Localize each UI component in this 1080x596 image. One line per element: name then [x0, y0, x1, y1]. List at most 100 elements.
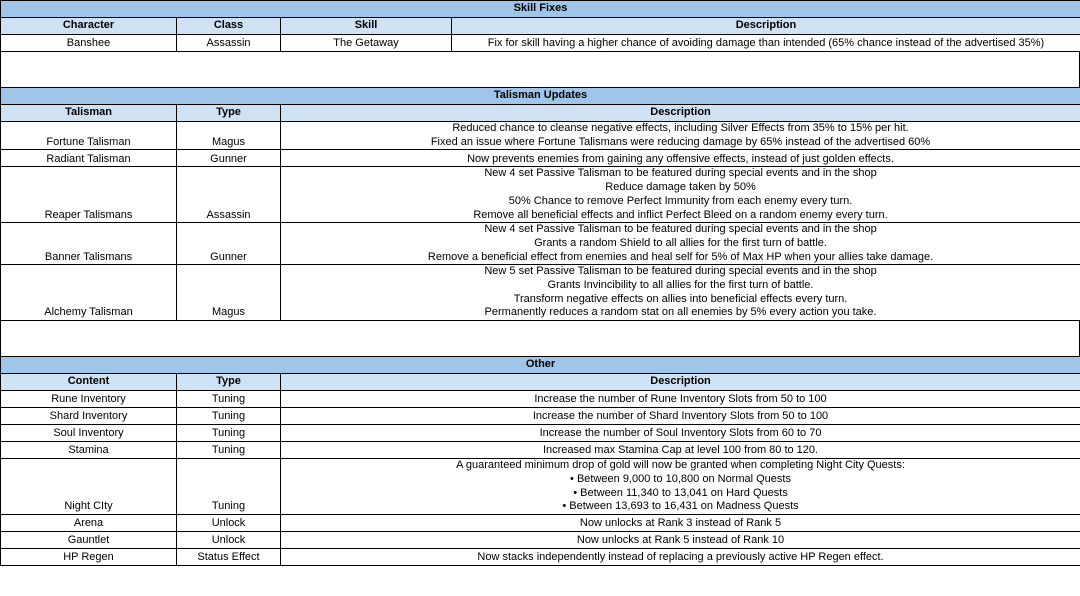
type-cell: Tuning	[176, 441, 281, 460]
type-cell: Tuning	[176, 458, 281, 515]
header-type: Type	[176, 104, 281, 122]
type-cell: Gunner	[176, 149, 281, 168]
description-cell: Increase the number of Soul Inventory Sl…	[279, 424, 1080, 443]
description-line: New 4 set Passive Talisman to be feature…	[484, 223, 877, 236]
table-row: Reaper Talismans Assassin New 4 set Pass…	[0, 166, 1080, 224]
other-table: Other Content Type Description Rune Inve…	[0, 356, 1080, 566]
content-cell: Night CIty	[0, 458, 177, 515]
table-row: Arena Unlock Now unlocks at Rank 3 inste…	[0, 513, 1080, 532]
description-line: Increase the number of Soul Inventory Sl…	[539, 427, 822, 440]
description-cell: Now unlocks at Rank 5 instead of Rank 10	[279, 530, 1080, 549]
description-line: Remove a beneficial effect from enemies …	[427, 250, 934, 263]
description-cell: Fix for skill having a higher chance of …	[451, 34, 1080, 52]
description-line: Now unlocks at Rank 3 instead of Rank 5	[579, 517, 782, 530]
description-cell: Reduced chance to cleanse negative effec…	[279, 120, 1080, 151]
type-cell: Magus	[176, 120, 281, 151]
description-line: • Between 11,340 to 13,041 on Hard Quest…	[573, 486, 788, 499]
type-cell: Assassin	[176, 166, 281, 224]
description-line: Reduce damage taken by 50%	[605, 181, 756, 194]
skill-fixes-title: Skill Fixes	[0, 0, 1080, 18]
description-line: Increase the number of Rune Inventory Sl…	[534, 393, 827, 406]
talisman-cell: Banner Talismans	[0, 222, 177, 266]
type-cell: Status Effect	[176, 547, 281, 566]
header-description: Description	[279, 104, 1080, 122]
description-line: Now unlocks at Rank 5 instead of Rank 10	[576, 534, 785, 547]
description-cell: Increase the number of Shard Inventory S…	[279, 407, 1080, 426]
table-row: Gauntlet Unlock Now unlocks at Rank 5 in…	[0, 530, 1080, 549]
talisman-cell: Reaper Talismans	[0, 166, 177, 224]
type-cell: Unlock	[176, 530, 281, 549]
content-cell: Gauntlet	[0, 530, 177, 549]
content-cell: Arena	[0, 513, 177, 532]
table-row: Soul Inventory Tuning Increase the numbe…	[0, 424, 1080, 443]
table-row: Night CIty Tuning A guaranteed minimum d…	[0, 458, 1080, 515]
content-cell: HP Regen	[0, 547, 177, 566]
talisman-cell: Alchemy Talisman	[0, 264, 177, 322]
description-cell: New 4 set Passive Talisman to be feature…	[279, 166, 1080, 224]
header-class: Class	[176, 17, 281, 35]
description-line: Remove all beneficial effects and inflic…	[473, 208, 888, 221]
skill-fixes-table: Skill Fixes Character Class Skill Descri…	[0, 0, 1080, 52]
header-talisman: Talisman	[0, 104, 177, 122]
table-row: Fortune Talisman Magus Reduced chance to…	[0, 120, 1080, 151]
description-line: 50% Chance to remove Perfect Immunity fr…	[508, 194, 853, 207]
header-description: Description	[451, 17, 1080, 35]
header-character: Character	[0, 17, 177, 35]
blank-row	[0, 52, 1080, 87]
skill-cell: The Getaway	[280, 34, 452, 52]
description-cell: A guaranteed minimum drop of gold will n…	[279, 458, 1080, 515]
description-line: Reduced chance to cleanse negative effec…	[452, 122, 909, 134]
content-cell: Stamina	[0, 441, 177, 460]
description-line: Fix for skill having a higher chance of …	[487, 37, 1045, 50]
description-line: Now prevents enemies from gaining any of…	[467, 152, 894, 165]
class-cell: Assassin	[176, 34, 281, 52]
type-cell: Tuning	[176, 390, 281, 409]
description-line: Fixed an issue where Fortune Talismans w…	[430, 135, 931, 148]
description-cell: Now stacks independently instead of repl…	[279, 547, 1080, 566]
other-title: Other	[0, 356, 1080, 375]
table-row: Alchemy Talisman Magus New 5 set Passive…	[0, 264, 1080, 322]
table-row: Radiant Talisman Gunner Now prevents ene…	[0, 149, 1080, 168]
content-cell: Shard Inventory	[0, 407, 177, 426]
content-cell: Rune Inventory	[0, 390, 177, 409]
description-cell: Increased max Stamina Cap at level 100 f…	[279, 441, 1080, 460]
character-cell: Banshee	[0, 34, 177, 52]
type-cell: Gunner	[176, 222, 281, 266]
description-line: Grants a random Shield to all allies for…	[534, 236, 827, 249]
description-line: • Between 9,000 to 10,800 on Normal Ques…	[570, 472, 791, 485]
talisman-cell: Radiant Talisman	[0, 149, 177, 168]
talisman-cell: Fortune Talisman	[0, 120, 177, 151]
table-row: Shard Inventory Tuning Increase the numb…	[0, 407, 1080, 426]
description-line: Permanently reduces a random stat on all…	[484, 306, 877, 319]
description-line: Transform negative effects on allies int…	[513, 292, 848, 305]
description-line: Grants Invincibility to all allies for t…	[547, 279, 814, 292]
header-type: Type	[176, 373, 281, 392]
description-line: A guaranteed minimum drop of gold will n…	[456, 459, 905, 472]
type-cell: Tuning	[176, 424, 281, 443]
description-cell: Now prevents enemies from gaining any of…	[279, 149, 1080, 168]
type-cell: Unlock	[176, 513, 281, 532]
table-row: HP Regen Status Effect Now stacks indepe…	[0, 547, 1080, 566]
description-line: New 4 set Passive Talisman to be feature…	[484, 167, 877, 180]
description-cell: Now unlocks at Rank 3 instead of Rank 5	[279, 513, 1080, 532]
description-line: • Between 13,693 to 16,431 on Madness Qu…	[562, 500, 799, 513]
talisman-updates-table: Talisman Updates Talisman Type Descripti…	[0, 87, 1080, 322]
header-description: Description	[279, 373, 1080, 392]
type-cell: Tuning	[176, 407, 281, 426]
content-cell: Soul Inventory	[0, 424, 177, 443]
description-line: Now stacks independently instead of repl…	[477, 551, 884, 564]
table-row: Banshee Assassin The Getaway Fix for ski…	[0, 34, 1080, 52]
table-row: Banner Talismans Gunner New 4 set Passiv…	[0, 222, 1080, 266]
description-cell: New 5 set Passive Talisman to be feature…	[279, 264, 1080, 322]
type-cell: Magus	[176, 264, 281, 322]
description-line: Increase the number of Shard Inventory S…	[532, 410, 829, 423]
header-skill: Skill	[280, 17, 452, 35]
table-row: Stamina Tuning Increased max Stamina Cap…	[0, 441, 1080, 460]
talisman-updates-title: Talisman Updates	[0, 87, 1080, 105]
blank-row	[0, 321, 1080, 357]
description-line: Increased max Stamina Cap at level 100 f…	[542, 444, 819, 457]
description-cell: New 4 set Passive Talisman to be feature…	[279, 222, 1080, 266]
description-line: New 5 set Passive Talisman to be feature…	[484, 265, 877, 278]
header-content: Content	[0, 373, 177, 392]
description-cell: Increase the number of Rune Inventory Sl…	[279, 390, 1080, 409]
